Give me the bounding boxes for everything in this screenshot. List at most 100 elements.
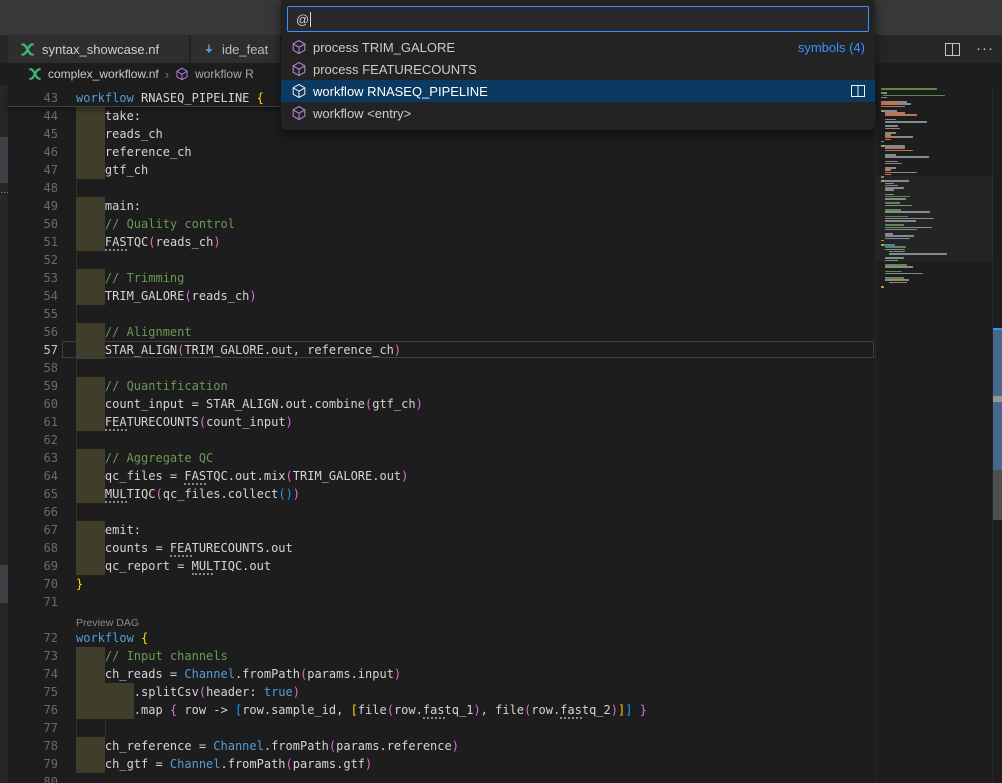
code-line-65[interactable]: 65 MULTIQC(qc_files.collect()) bbox=[8, 485, 875, 503]
breadcrumb-file[interactable]: complex_workflow.nf bbox=[48, 67, 159, 81]
split-editor-icon[interactable] bbox=[945, 43, 960, 56]
line-number[interactable]: 77 bbox=[8, 719, 58, 737]
line-number[interactable]: 57 bbox=[8, 341, 58, 359]
code-line-64[interactable]: 64 qc_files = FASTQC.out.mix(TRIM_GALORE… bbox=[8, 467, 875, 485]
minimap-line bbox=[885, 211, 930, 213]
line-number[interactable]: 55 bbox=[8, 305, 58, 323]
line-number[interactable]: 62 bbox=[8, 431, 58, 449]
code-text: take: bbox=[76, 107, 141, 125]
scrollbar-thumb[interactable] bbox=[993, 470, 1002, 520]
code-line-73[interactable]: 73 // Input channels bbox=[8, 647, 875, 665]
line-number[interactable]: 48 bbox=[8, 179, 58, 197]
line-number[interactable]: 63 bbox=[8, 449, 58, 467]
tab-syntax-showcase[interactable]: syntax_showcase.nf bbox=[8, 35, 190, 63]
code-line-49[interactable]: 49 main: bbox=[8, 197, 875, 215]
code-line-60[interactable]: 60 count_input = STAR_ALIGN.out.combine(… bbox=[8, 395, 875, 413]
line-number[interactable]: 69 bbox=[8, 557, 58, 575]
code-line-55[interactable]: 55 bbox=[8, 305, 875, 323]
line-number[interactable]: 80 bbox=[8, 773, 58, 783]
more-actions-icon[interactable]: ··· bbox=[976, 44, 994, 54]
code-line-74[interactable]: 74 ch_reads = Channel.fromPath(params.in… bbox=[8, 665, 875, 683]
code-line-50[interactable]: 50 // Quality control bbox=[8, 215, 875, 233]
code-line-70[interactable]: 70} bbox=[8, 575, 875, 593]
line-number[interactable]: 78 bbox=[8, 737, 58, 755]
code-line-68[interactable]: 68 counts = FEATURECOUNTS.out bbox=[8, 539, 875, 557]
quickpick-item[interactable]: workflow RNASEQ_PIPELINE bbox=[281, 80, 875, 102]
line-number[interactable]: 59 bbox=[8, 377, 58, 395]
code-line-59[interactable]: 59 // Quantification bbox=[8, 377, 875, 395]
quick-input[interactable]: @ bbox=[287, 6, 869, 32]
quickpick-item-label: workflow RNASEQ_PIPELINE bbox=[313, 84, 488, 99]
line-number[interactable]: 47 bbox=[8, 161, 58, 179]
minimap[interactable] bbox=[875, 85, 992, 783]
line-number[interactable]: 75 bbox=[8, 683, 58, 701]
line-number[interactable]: 44 bbox=[8, 107, 58, 125]
line-number[interactable]: 51 bbox=[8, 233, 58, 251]
code-line-69[interactable]: 69 qc_report = MULTIQC.out bbox=[8, 557, 875, 575]
code-text: MULTIQC(qc_files.collect()) bbox=[76, 485, 300, 503]
line-number[interactable]: 49 bbox=[8, 197, 58, 215]
line-number[interactable]: 61 bbox=[8, 413, 58, 431]
line-number[interactable]: 73 bbox=[8, 647, 58, 665]
quickpick-item[interactable]: process TRIM_GALORE symbols (4) bbox=[281, 36, 875, 58]
code-line-62[interactable]: 62 bbox=[8, 431, 875, 449]
code-line-47[interactable]: 47 gtf_ch bbox=[8, 161, 875, 179]
line-number[interactable]: 58 bbox=[8, 359, 58, 377]
quickpick-item[interactable]: workflow <entry> bbox=[281, 102, 875, 124]
code-line-48[interactable]: 48 bbox=[8, 179, 875, 197]
breadcrumb-symbol[interactable]: workflow R bbox=[195, 67, 254, 81]
line-number[interactable]: 72 bbox=[8, 629, 58, 647]
code-line-71[interactable]: 71 bbox=[8, 593, 875, 611]
code-line-72[interactable]: 72workflow { bbox=[8, 629, 875, 647]
code-line-78[interactable]: 78 ch_reference = Channel.fromPath(param… bbox=[8, 737, 875, 755]
line-number[interactable]: 60 bbox=[8, 395, 58, 413]
code-line-79[interactable]: 79 ch_gtf = Channel.fromPath(params.gtf) bbox=[8, 755, 875, 773]
quickpick-item-label: process TRIM_GALORE bbox=[313, 40, 455, 55]
line-number[interactable]: 50 bbox=[8, 215, 58, 233]
line-number[interactable]: 52 bbox=[8, 251, 58, 269]
line-number[interactable]: 74 bbox=[8, 665, 58, 683]
symbols-count-link[interactable]: symbols (4) bbox=[798, 40, 865, 55]
code-line-67[interactable]: 67 emit: bbox=[8, 521, 875, 539]
code-line-80[interactable]: 80 bbox=[8, 773, 875, 783]
line-number[interactable]: 64 bbox=[8, 467, 58, 485]
code-line-75[interactable]: 75 .splitCsv(header: true) bbox=[8, 683, 875, 701]
editor-scrollbar[interactable] bbox=[992, 85, 1002, 783]
line-number[interactable]: 67 bbox=[8, 521, 58, 539]
minimap-line bbox=[885, 238, 910, 240]
quickpick-item[interactable]: process FEATURECOUNTS bbox=[281, 58, 875, 80]
line-number[interactable]: 46 bbox=[8, 143, 58, 161]
line-number[interactable]: 71 bbox=[8, 593, 58, 611]
code-line-63[interactable]: 63 // Aggregate QC bbox=[8, 449, 875, 467]
line-number[interactable]: 53 bbox=[8, 269, 58, 287]
line-number[interactable]: 66 bbox=[8, 503, 58, 521]
tab-ide-features[interactable]: ide_feat bbox=[191, 35, 281, 63]
code-line-77[interactable]: 77 bbox=[8, 719, 875, 737]
minimap-line bbox=[885, 260, 898, 262]
line-number[interactable]: 79 bbox=[8, 755, 58, 773]
minimap-line bbox=[885, 172, 895, 174]
open-to-side-icon[interactable] bbox=[851, 85, 865, 97]
left-panel-sliver: … bbox=[0, 85, 8, 783]
line-number[interactable]: 43 bbox=[8, 89, 58, 107]
line-number[interactable]: 76 bbox=[8, 701, 58, 719]
code-line-61[interactable]: 61 FEATURECOUNTS(count_input) bbox=[8, 413, 875, 431]
line-number[interactable]: 54 bbox=[8, 287, 58, 305]
code-line-53[interactable]: 53 // Trimming bbox=[8, 269, 875, 287]
code-editor[interactable]: 43workflow RNASEQ_PIPELINE {44 take:45 r… bbox=[8, 85, 875, 783]
code-line-66[interactable]: 66 bbox=[8, 503, 875, 521]
code-line-76[interactable]: 76 .map { row -> [row.sample_id, [file(r… bbox=[8, 701, 875, 719]
code-line-51[interactable]: 51 FASTQC(reads_ch) bbox=[8, 233, 875, 251]
line-number[interactable]: 45 bbox=[8, 125, 58, 143]
line-number[interactable]: 56 bbox=[8, 323, 58, 341]
code-line-52[interactable]: 52 bbox=[8, 251, 875, 269]
line-number[interactable]: 65 bbox=[8, 485, 58, 503]
code-line-46[interactable]: 46 reference_ch bbox=[8, 143, 875, 161]
code-line-54[interactable]: 54 TRIM_GALORE(reads_ch) bbox=[8, 287, 875, 305]
code-line-57[interactable]: 57 STAR_ALIGN(TRIM_GALORE.out, reference… bbox=[8, 341, 875, 359]
tab-actions: ··· bbox=[945, 35, 994, 63]
line-number[interactable]: 68 bbox=[8, 539, 58, 557]
code-line-56[interactable]: 56 // Alignment bbox=[8, 323, 875, 341]
code-line-58[interactable]: 58 bbox=[8, 359, 875, 377]
line-number[interactable]: 70 bbox=[8, 575, 58, 593]
